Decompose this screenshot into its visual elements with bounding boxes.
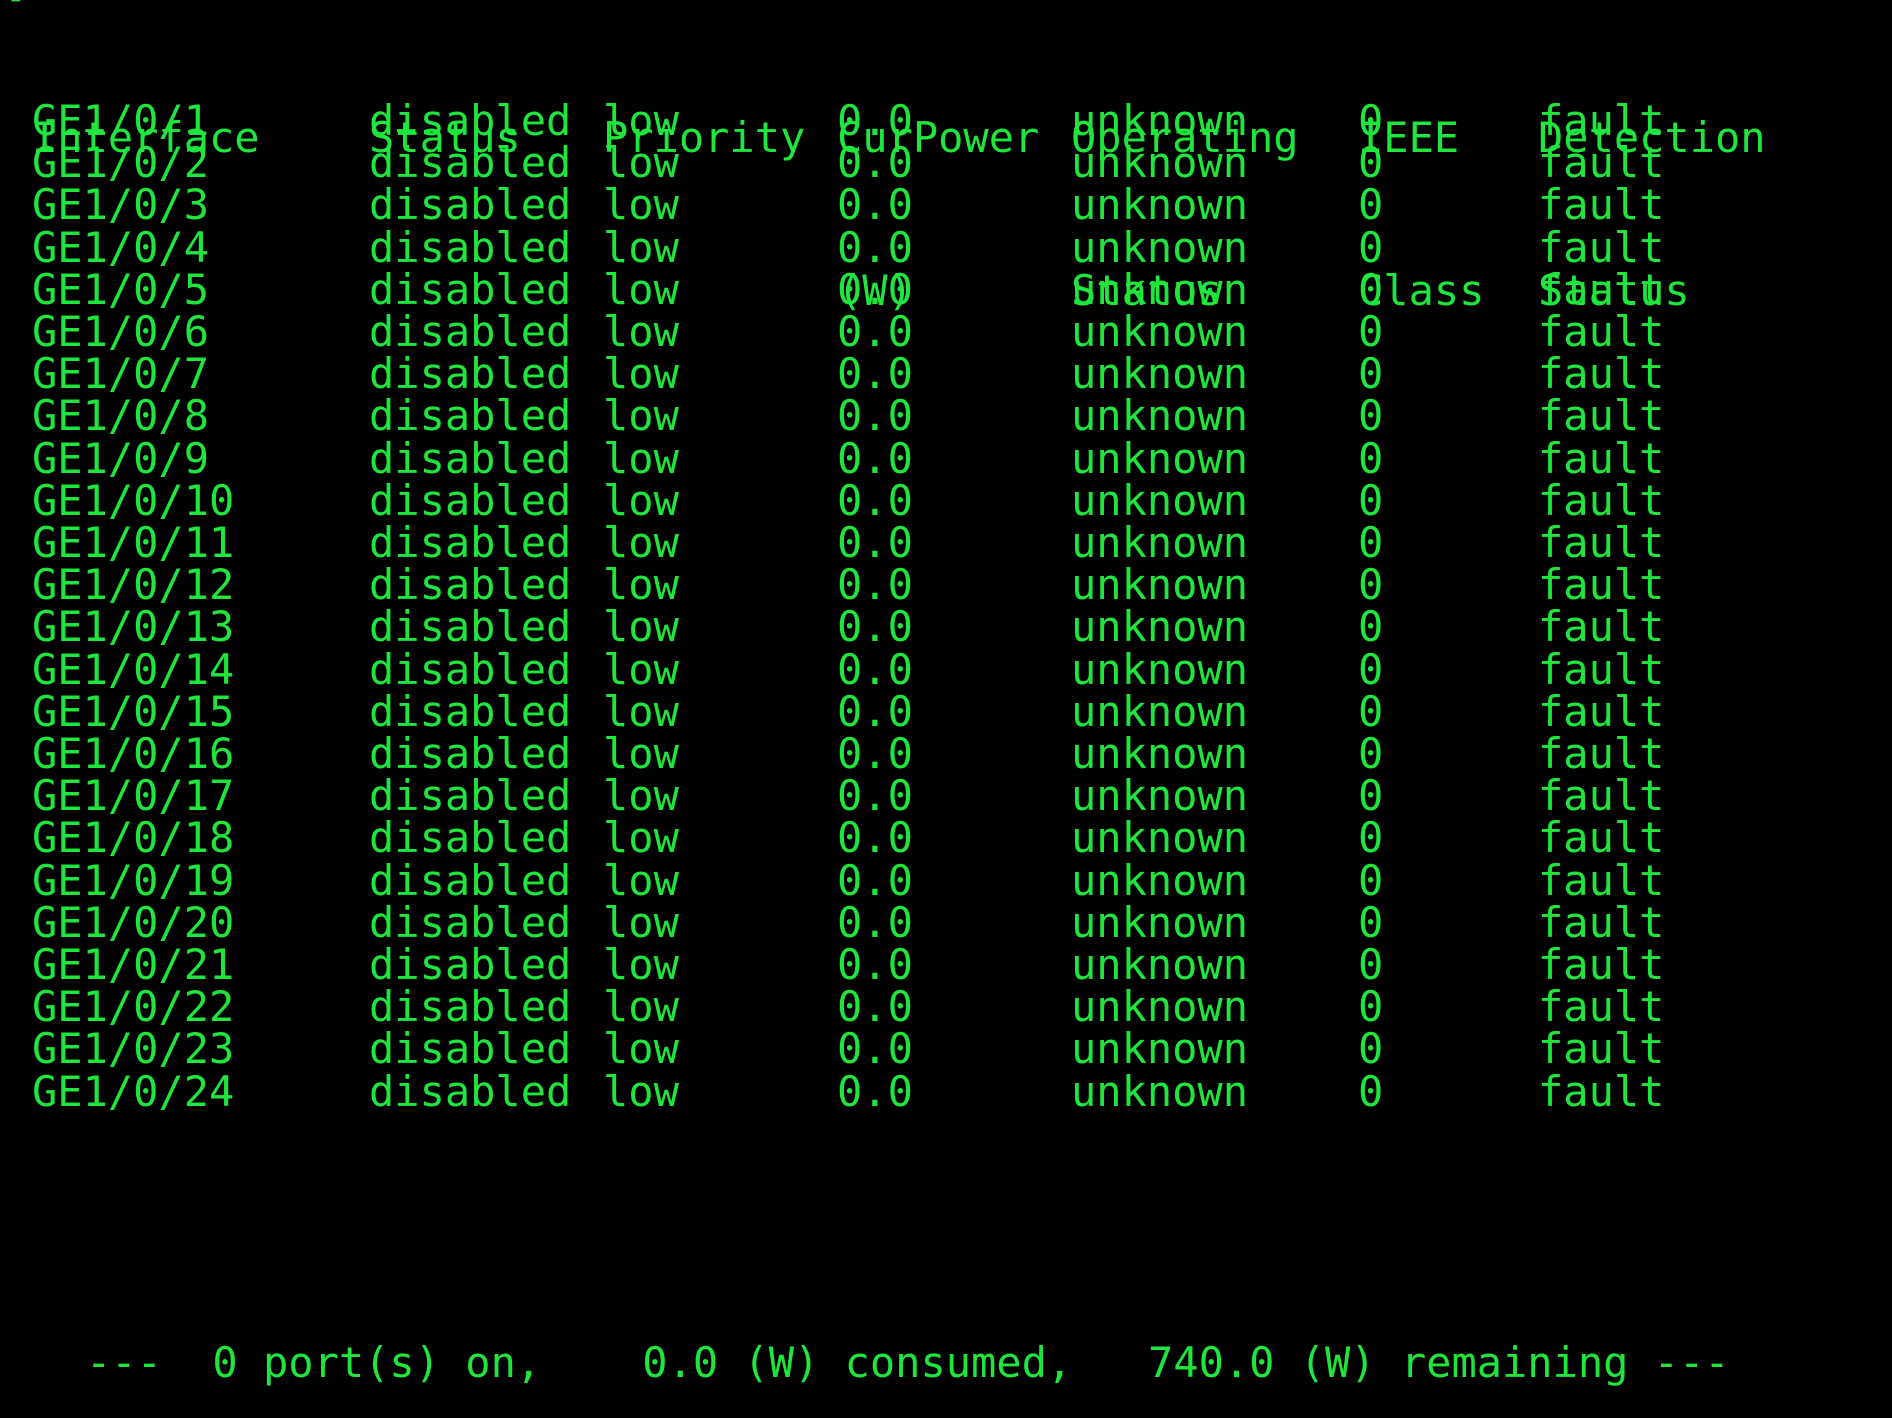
cell-curpower: 0.0 [837, 1067, 913, 1116]
cell-priority: low [603, 1067, 679, 1116]
cell-ieee-class: 0 [1358, 1067, 1384, 1116]
cell-status: disabled [369, 1067, 572, 1116]
cell-detection-status: fault [1538, 1067, 1665, 1116]
power-summary-line: --- 0 port(s) on, 0.0 (W) consumed, 740.… [86, 1338, 1730, 1387]
table-row: GE1/0/24 disabled low 0.0 unknown 0 fault [0, 1066, 1892, 1117]
cell-operating-status: unknown [1071, 1067, 1249, 1116]
prompt-fragment: [ [2, 0, 27, 7]
terminal-window[interactable]: [ Interface Status Priority CurPower (W)… [0, 0, 1892, 1418]
cell-interface: GE1/0/24 [32, 1067, 235, 1116]
